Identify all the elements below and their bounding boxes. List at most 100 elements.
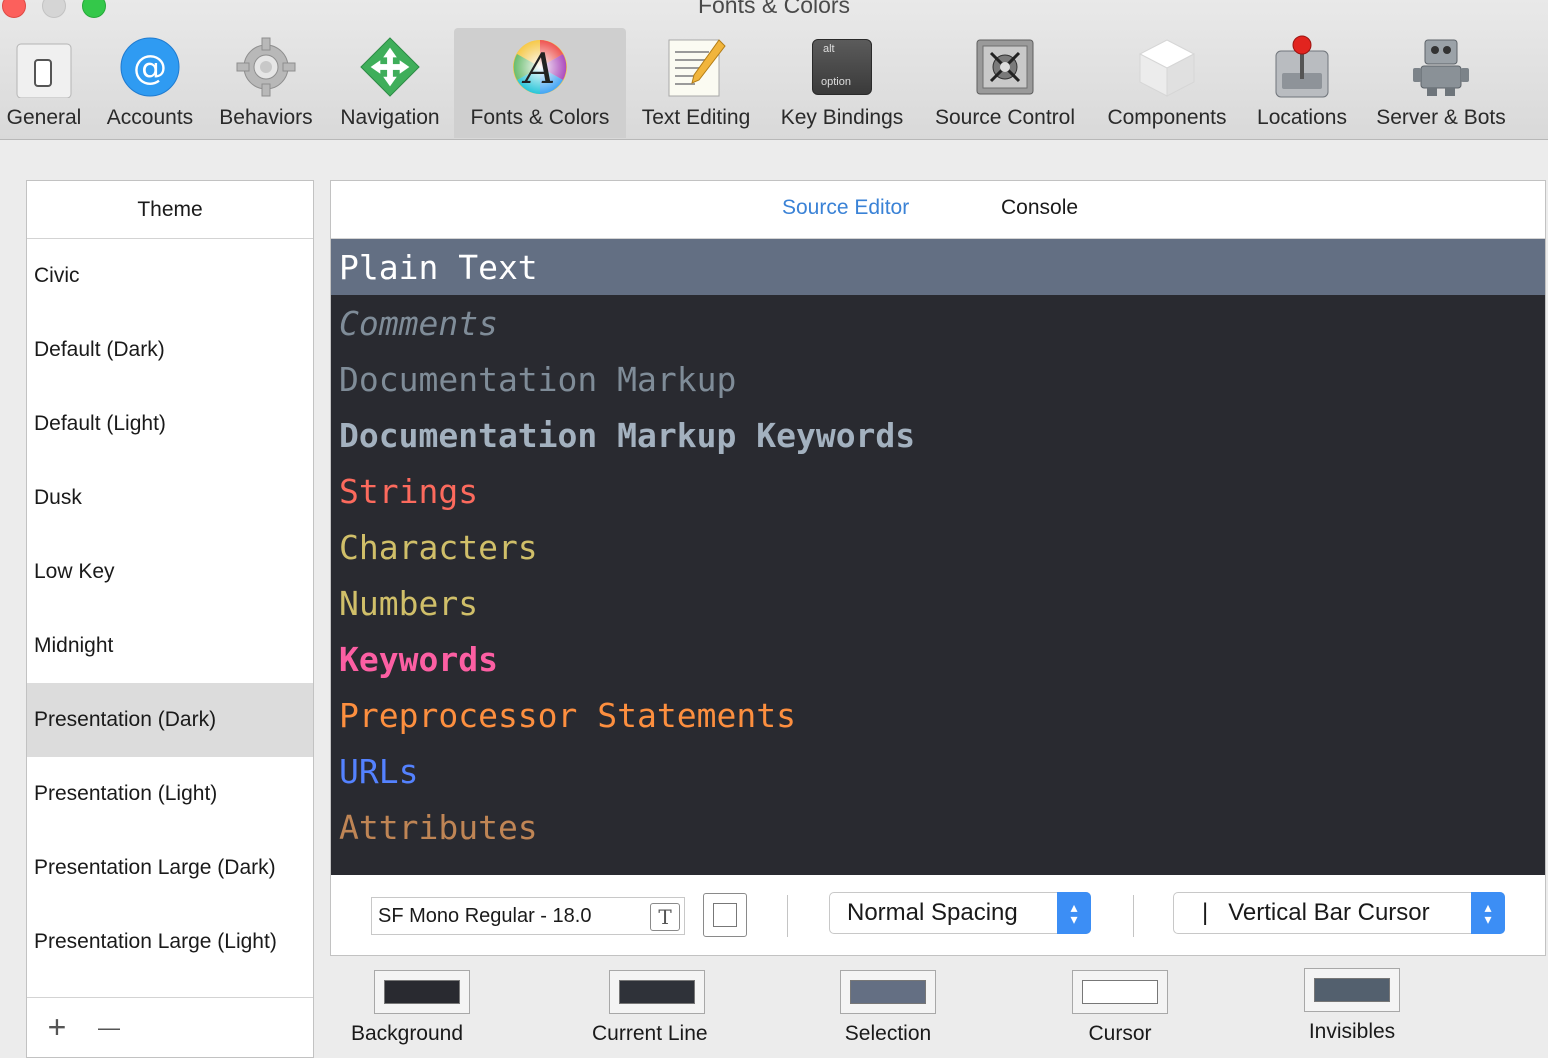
color-well-fill <box>1314 978 1390 1002</box>
color-well-fill <box>713 903 737 927</box>
editor-panel: Source Editor Console Plain Text Comment… <box>330 180 1546 956</box>
theme-item-dusk[interactable]: Dusk <box>27 461 313 535</box>
toolbar-label: Navigation <box>340 106 440 129</box>
tab-source-editor[interactable]: Source Editor <box>782 196 909 220</box>
syntax-item-attributes[interactable]: Attributes <box>331 799 1545 855</box>
remove-theme-button[interactable]: — <box>83 1008 135 1048</box>
gear-icon <box>235 36 297 98</box>
window-title: Fonts & Colors <box>697 0 851 18</box>
syntax-item-characters[interactable]: Characters <box>331 519 1545 575</box>
color-well[interactable] <box>840 970 936 1014</box>
chevron-updown-icon: ▴ ▾ <box>1057 892 1091 934</box>
theme-item-default-light[interactable]: Default (Light) <box>27 387 313 461</box>
toolbar-item-behaviors[interactable]: Behaviors <box>212 28 320 138</box>
swatch-current-line[interactable]: Current Line <box>592 970 708 1046</box>
toolbar-label: Behaviors <box>219 106 313 129</box>
spacing-popup-value: Normal Spacing <box>847 899 1018 926</box>
swatch-invisibles[interactable]: Invisibles <box>1304 968 1400 1044</box>
cursor-popup-value: Vertical Bar Cursor <box>1228 899 1430 926</box>
separator <box>787 895 788 937</box>
swatch-selection[interactable]: Selection <box>840 970 936 1046</box>
syntax-item-preprocessor-statements[interactable]: Preprocessor Statements <box>331 687 1545 743</box>
swatch-label: Background <box>350 1022 464 1045</box>
theme-item-presentation-light[interactable]: Presentation (Light) <box>27 757 313 831</box>
syntax-item-plain-text[interactable]: Plain Text <box>331 239 1545 295</box>
text-editing-icon <box>665 36 727 98</box>
syntax-item-keywords[interactable]: Keywords <box>331 631 1545 687</box>
theme-item-presentation-large-dark[interactable]: Presentation Large (Dark) <box>27 831 313 905</box>
syntax-item-urls[interactable]: URLs <box>331 743 1545 799</box>
theme-item-midnight[interactable]: Midnight <box>27 609 313 683</box>
color-well-fill <box>1082 980 1158 1004</box>
key-bindings-icon: alt option <box>811 36 873 98</box>
spacing-popup[interactable]: Normal Spacing ▴ ▾ <box>829 892 1091 934</box>
tab-console[interactable]: Console <box>1001 196 1078 220</box>
theme-list[interactable]: Civic Default (Dark) Default (Light) Dus… <box>27 239 313 997</box>
toolbar-item-key-bindings[interactable]: alt option Key Bindings <box>772 28 912 138</box>
theme-header: Theme <box>27 181 313 239</box>
theme-item-presentation-dark[interactable]: Presentation (Dark) <box>27 683 313 757</box>
theme-item-default-dark[interactable]: Default (Dark) <box>27 313 313 387</box>
syntax-item-comments[interactable]: Comments <box>331 295 1545 351</box>
toolbar-label: Server & Bots <box>1376 106 1506 129</box>
syntax-item-documentation-markup-keywords[interactable]: Documentation Markup Keywords <box>331 407 1545 463</box>
cursor-popup[interactable]: | Vertical Bar Cursor ▴ ▾ <box>1173 892 1505 934</box>
color-well-fill <box>850 980 926 1004</box>
toolbar-item-fonts-colors[interactable]: A Fonts & Colors <box>454 28 626 138</box>
fonts-colors-icon: A <box>509 36 571 98</box>
swatch-label: Invisibles <box>1308 1020 1396 1043</box>
toolbar-label: Components <box>1107 106 1227 129</box>
syntax-item-documentation-markup[interactable]: Documentation Markup <box>331 351 1545 407</box>
font-picker-icon[interactable]: T <box>650 903 680 931</box>
add-theme-button[interactable]: + <box>31 1008 83 1048</box>
theme-item-low-key[interactable]: Low Key <box>27 535 313 609</box>
theme-footer: + — <box>27 997 313 1057</box>
swatch-label: Current Line <box>592 1022 708 1045</box>
toolbar-label: Locations <box>1257 106 1347 129</box>
toolbar-item-components[interactable]: Components <box>1098 28 1236 138</box>
key-label-option: option <box>821 76 851 88</box>
swatch-background[interactable]: Background <box>351 970 470 1046</box>
font-field[interactable]: SF Mono Regular - 18.0 T <box>371 897 685 935</box>
chevron-updown-icon: ▴ ▾ <box>1471 892 1505 934</box>
color-well[interactable] <box>1304 968 1400 1012</box>
source-control-icon <box>974 36 1036 98</box>
navigation-icon <box>359 36 421 98</box>
color-well-fill <box>618 980 695 1004</box>
toolbar-label: Source Control <box>934 106 1076 129</box>
theme-panel: Theme Civic Default (Dark) Default (Ligh… <box>26 180 314 1058</box>
syntax-item-numbers[interactable]: Numbers <box>331 575 1545 631</box>
theme-item-presentation-large-light[interactable]: Presentation Large (Light) <box>27 905 313 979</box>
components-icon <box>1136 36 1198 98</box>
cursor-glyph-icon: | <box>1202 899 1209 926</box>
robot-icon <box>1410 36 1472 98</box>
color-well[interactable] <box>374 970 470 1014</box>
theme-item-civic[interactable]: Civic <box>27 239 313 313</box>
svg-text:A: A <box>521 44 555 93</box>
toolbar-label: General <box>6 106 82 129</box>
separator <box>1133 895 1134 937</box>
swatch-label: Cursor <box>1088 1022 1152 1045</box>
color-well[interactable] <box>608 970 705 1014</box>
toolbar-item-general[interactable]: General <box>0 28 88 138</box>
syntax-list[interactable]: Plain Text Comments Documentation Markup… <box>331 239 1545 875</box>
swatch-cursor[interactable]: Cursor <box>1072 970 1168 1046</box>
toolbar-item-locations[interactable]: Locations <box>1248 28 1356 138</box>
toolbar-item-accounts[interactable]: @ Accounts <box>98 28 202 138</box>
toolbar-item-server-bots[interactable]: Server & Bots <box>1366 28 1516 138</box>
font-color-well[interactable] <box>703 893 747 937</box>
toolbar: Fonts & Colors General @ Accounts Behavi… <box>0 0 1548 140</box>
key-label-alt: alt <box>823 43 835 55</box>
locations-icon <box>1271 35 1333 98</box>
color-well[interactable] <box>1072 970 1168 1014</box>
toolbar-item-navigation[interactable]: Navigation <box>332 28 448 138</box>
toolbar-item-text-editing[interactable]: Text Editing <box>632 28 760 138</box>
toolbar-item-source-control[interactable]: Source Control <box>924 28 1086 138</box>
toolbar-label: Key Bindings <box>780 106 904 129</box>
font-field-value: SF Mono Regular - 18.0 <box>378 904 592 927</box>
general-icon <box>13 36 75 98</box>
accounts-icon: @ <box>119 36 181 98</box>
syntax-item-strings[interactable]: Strings <box>331 463 1545 519</box>
toolbar-label: Fonts & Colors <box>470 106 610 129</box>
svg-text:@: @ <box>133 48 167 88</box>
